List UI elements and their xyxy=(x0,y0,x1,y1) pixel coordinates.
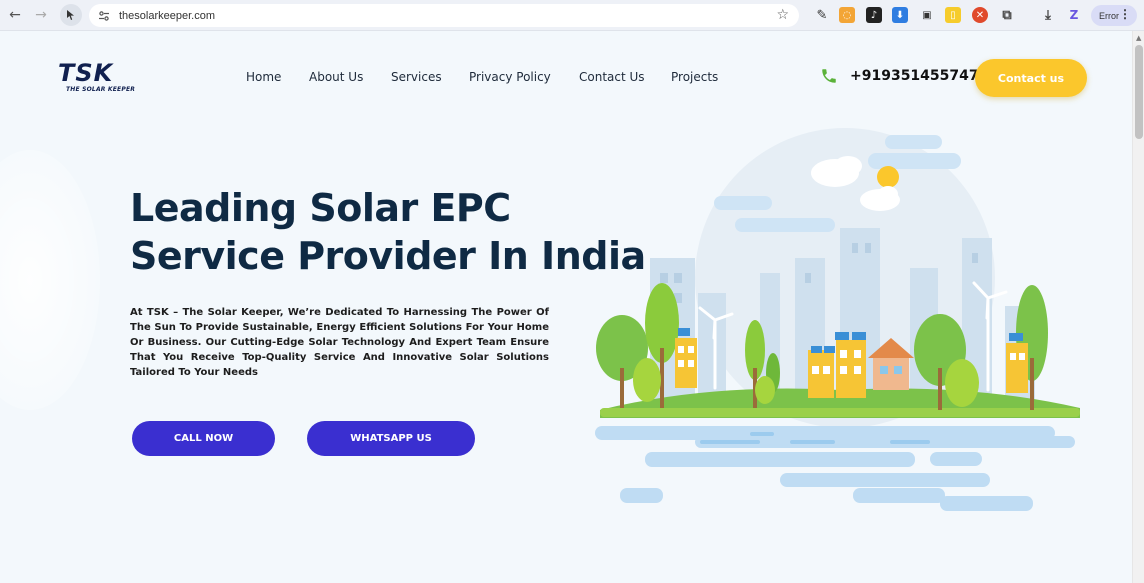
downloads-icon[interactable]: ⤓ xyxy=(1040,7,1056,23)
nav-contact-us[interactable]: Contact Us xyxy=(579,70,645,88)
phone-icon xyxy=(820,67,838,85)
site-logo[interactable]: TSK THE SOLAR KEEPER xyxy=(58,61,138,94)
address-bar[interactable]: thesolarkeeper.com ☆ xyxy=(89,4,799,27)
extension-z-icon[interactable]: Z xyxy=(1066,7,1082,23)
extension-screen-icon[interactable]: ▣ xyxy=(919,7,935,23)
extension-orange-icon[interactable]: ◌ xyxy=(839,7,855,23)
site-info-icon[interactable] xyxy=(97,9,111,23)
hero-title-line2: Service Provider In India xyxy=(130,234,646,278)
extension-yellow-icon[interactable]: ▯ xyxy=(945,7,961,23)
scroll-up-arrow-icon[interactable]: ▲ xyxy=(1136,34,1141,42)
extensions-puzzle-icon[interactable]: ⧉ xyxy=(999,7,1015,23)
profile-error-pill[interactable]: Error ⋮ xyxy=(1091,5,1137,26)
scroll-thumb[interactable] xyxy=(1135,45,1143,139)
reload-icon[interactable] xyxy=(60,4,82,26)
browser-toolbar: ← → thesolarkeeper.com ☆ ✎ ◌ ♪ ⬇ ▣ ▯ ✕ ⧉… xyxy=(0,0,1144,31)
nav-privacy-policy[interactable]: Privacy Policy xyxy=(469,70,551,88)
extension-red-icon[interactable]: ✕ xyxy=(972,7,988,23)
whatsapp-us-button[interactable]: WHATSAPP US xyxy=(307,421,475,456)
background-decoration xyxy=(0,150,100,410)
sun-icon xyxy=(877,166,899,188)
hero-description: At TSK – The Solar Keeper, We’re Dedicat… xyxy=(130,307,549,378)
back-icon[interactable]: ← xyxy=(4,4,26,26)
nav-about-us[interactable]: About Us xyxy=(309,70,363,88)
page-scrollbar[interactable]: ▲ xyxy=(1132,31,1144,583)
nav-services[interactable]: Services xyxy=(391,70,442,88)
phone-number[interactable]: +919351455747 xyxy=(850,68,979,84)
logo-letters: TSK xyxy=(58,59,114,87)
call-now-button[interactable]: CALL NOW xyxy=(132,421,275,456)
extension-download-icon[interactable]: ⬇ xyxy=(892,7,908,23)
extension-music-icon[interactable]: ♪ xyxy=(866,7,882,23)
hero-title-line1: Leading Solar EPC xyxy=(130,186,511,230)
nav-projects[interactable]: Projects xyxy=(671,70,718,88)
error-label: Error xyxy=(1099,10,1119,21)
url-text[interactable]: thesolarkeeper.com xyxy=(119,10,215,22)
solar-city-illustration xyxy=(595,128,1080,511)
eyedropper-extension-icon[interactable]: ✎ xyxy=(814,7,830,23)
bookmark-star-icon[interactable]: ☆ xyxy=(776,7,789,23)
forward-icon[interactable]: → xyxy=(30,4,52,26)
header-phone[interactable]: +919351455747 xyxy=(820,67,979,85)
nav-home[interactable]: Home xyxy=(246,70,281,88)
hero-title: Leading Solar EPC Service Provider In In… xyxy=(130,184,650,280)
logo-tagline: THE SOLAR KEEPER xyxy=(66,86,136,93)
contact-us-button[interactable]: Contact us xyxy=(975,59,1087,97)
menu-dots-icon[interactable]: ⋮ xyxy=(1119,8,1131,21)
